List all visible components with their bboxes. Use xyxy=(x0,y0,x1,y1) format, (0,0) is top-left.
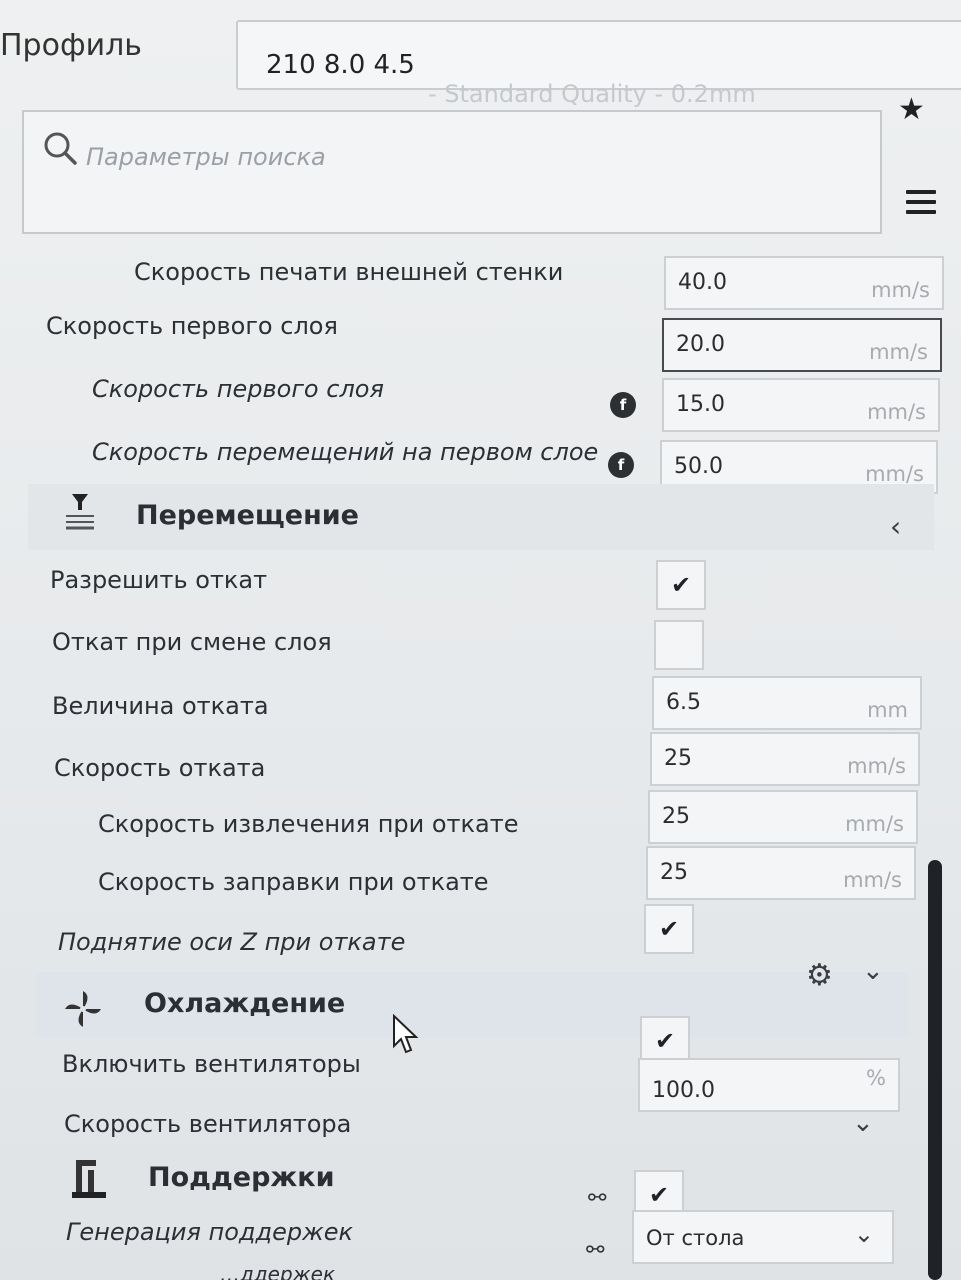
star-icon[interactable]: ★ xyxy=(898,92,925,127)
initial-layer-speed-unit: mm/s xyxy=(869,340,928,364)
outer-wall-speed-value: 40.0 xyxy=(678,270,727,295)
initial-layer-print-speed-value: 15.0 xyxy=(676,392,725,417)
support-icon xyxy=(72,1160,106,1198)
travel-icon xyxy=(66,494,94,530)
chevron-down-icon[interactable]: ⌄ xyxy=(862,956,884,986)
fan-speed-value: 100.0 xyxy=(652,1078,715,1103)
section-title-support: Поддержки xyxy=(148,1162,335,1193)
retraction-prime-speed-input[interactable]: 25 mm/s xyxy=(646,846,916,900)
support-placement-dropdown[interactable]: От стола ⌄ xyxy=(632,1210,894,1264)
initial-layer-print-speed-input[interactable]: 15.0 mm/s xyxy=(662,378,940,432)
link-icon[interactable]: ⚯ xyxy=(586,1238,604,1263)
chevron-left-icon[interactable]: ‹ xyxy=(890,510,901,543)
retraction-prime-speed-value: 25 xyxy=(660,860,688,885)
initial-layer-travel-speed-value: 50.0 xyxy=(674,454,723,479)
section-header-cooling[interactable]: Охлаждение ⚙ ⌄ xyxy=(36,956,908,1038)
retraction-retract-speed-input[interactable]: 25 mm/s xyxy=(648,790,918,844)
search-icon xyxy=(44,132,77,165)
chevron-down-icon[interactable]: ⌄ xyxy=(852,1108,874,1138)
outer-wall-speed-input[interactable]: 40.0 mm/s xyxy=(664,256,944,310)
search-input[interactable] xyxy=(84,142,788,172)
menu-icon[interactable] xyxy=(906,190,936,220)
initial-layer-travel-speed-label: Скорость перемещений на первом слое xyxy=(92,438,599,466)
section-title-travel: Перемещение xyxy=(136,500,359,531)
z-hop-label: Поднятие оси Z при откате xyxy=(58,928,406,956)
retraction-speed-unit: mm/s xyxy=(847,754,906,778)
retraction-retract-speed-label: Скорость извлечения при откате xyxy=(98,810,519,838)
link-icon[interactable]: ⚯ xyxy=(588,1186,606,1211)
mouse-cursor-icon xyxy=(393,1014,419,1054)
retraction-distance-input[interactable]: 6.5 mm xyxy=(652,676,922,730)
settings-panel: Профиль 210 8.0 4.5 - Standard Quality -… xyxy=(0,0,961,1280)
support-placement-label: …ддержек xyxy=(220,1262,336,1280)
retraction-speed-value: 25 xyxy=(664,746,692,771)
z-hop-checkbox[interactable]: ✔ xyxy=(644,904,694,954)
outer-wall-speed-unit: mm/s xyxy=(871,278,930,302)
retraction-prime-speed-unit: mm/s xyxy=(843,868,902,892)
profile-quality: - Standard Quality - 0.2mm xyxy=(428,80,756,108)
outer-wall-speed-label: Скорость печати внешней стенки xyxy=(134,258,564,286)
retraction-distance-unit: mm xyxy=(867,698,908,722)
retraction-speed-label: Скорость отката xyxy=(54,754,266,782)
initial-layer-print-speed-unit: mm/s xyxy=(867,400,926,424)
scrollbar[interactable] xyxy=(928,860,942,1280)
enable-retraction-checkbox[interactable]: ✔ xyxy=(656,560,706,610)
enable-fans-label: Включить вентиляторы xyxy=(62,1050,361,1078)
initial-layer-speed-input[interactable]: 20.0 mm/s xyxy=(662,318,942,372)
retraction-distance-label: Величина отката xyxy=(52,692,269,720)
initial-layer-print-speed-label: Скорость первого слоя xyxy=(92,375,384,403)
retraction-prime-speed-label: Скорость заправки при откате xyxy=(98,868,489,896)
initial-layer-speed-value: 20.0 xyxy=(676,332,725,357)
function-info-icon[interactable]: f xyxy=(608,452,634,478)
profile-label: Профиль xyxy=(0,28,142,63)
function-info-icon[interactable]: f xyxy=(610,392,636,418)
fan-icon xyxy=(65,991,101,1027)
retraction-retract-speed-value: 25 xyxy=(662,804,690,829)
retract-layer-change-checkbox[interactable] xyxy=(654,620,704,670)
profile-name: 210 8.0 4.5 xyxy=(266,50,415,80)
fan-speed-unit: % xyxy=(866,1066,886,1090)
fan-speed-input[interactable]: 100.0 % xyxy=(638,1058,900,1112)
initial-layer-travel-speed-unit: mm/s xyxy=(865,462,924,486)
search-box[interactable] xyxy=(22,110,882,234)
section-header-travel[interactable]: Перемещение ‹ xyxy=(28,484,934,550)
initial-layer-speed-label: Скорость первого слоя xyxy=(46,312,338,340)
enable-retraction-label: Разрешить откат xyxy=(50,566,268,594)
fan-speed-label: Скорость вентилятора xyxy=(64,1110,352,1138)
gear-icon[interactable]: ⚙ xyxy=(806,958,833,993)
section-header-support[interactable]: Поддержки xyxy=(60,1146,580,1206)
retraction-retract-speed-unit: mm/s xyxy=(845,812,904,836)
retraction-distance-value: 6.5 xyxy=(666,690,701,715)
section-title-cooling: Охлаждение xyxy=(144,988,346,1019)
support-placement-value: От стола xyxy=(646,1226,745,1250)
retract-layer-change-label: Откат при смене слоя xyxy=(52,628,332,656)
support-generate-label: Генерация поддержек xyxy=(66,1218,353,1246)
retraction-speed-input[interactable]: 25 mm/s xyxy=(650,732,920,786)
chevron-down-icon: ⌄ xyxy=(853,1220,874,1248)
profile-selector[interactable]: 210 8.0 4.5 - Standard Quality - 0.2mm xyxy=(236,20,961,108)
